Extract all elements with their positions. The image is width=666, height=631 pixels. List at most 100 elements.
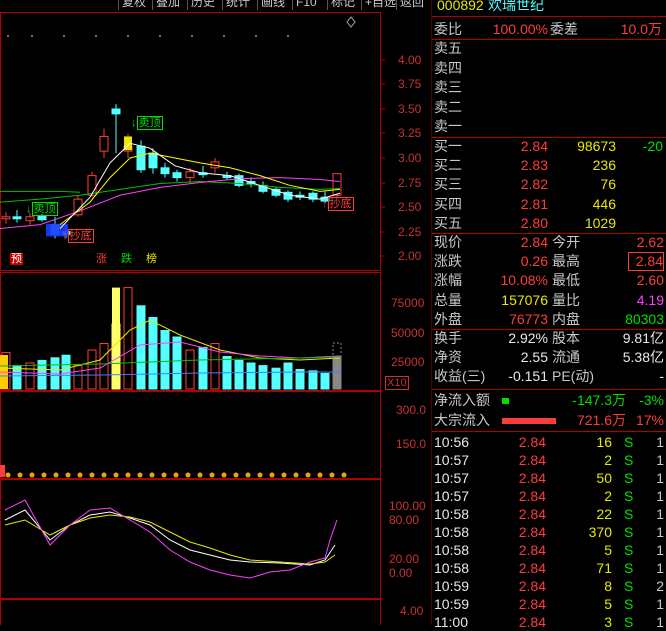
tick-volume: 22 [596, 506, 612, 522]
volume-bar[interactable] [308, 370, 318, 390]
volume-bar[interactable] [320, 372, 330, 390]
volume-bar[interactable] [271, 367, 281, 390]
mark-yu: 预 [10, 253, 23, 265]
marker-dot [191, 35, 193, 37]
fundamental-label: PE(动) [552, 368, 594, 385]
tick-count: 1 [656, 488, 664, 504]
volume-bar[interactable] [160, 330, 170, 390]
tick-price: 2.84 [518, 452, 546, 468]
tick-price: 2.84 [518, 470, 546, 486]
panel-frame [0, 391, 381, 479]
indicator-tick-label: 300.0 [396, 403, 427, 417]
volume-bar[interactable] [258, 365, 268, 390]
bid-price: 2.80 [520, 214, 548, 231]
candle-up[interactable] [1, 216, 11, 220]
candle-down[interactable] [172, 172, 182, 179]
price-tick-label: 3.25 [398, 126, 422, 140]
tick-price: 2.84 [518, 614, 546, 630]
candle-up[interactable] [185, 171, 195, 179]
tick-count: 1 [656, 506, 664, 522]
volume-bar[interactable] [61, 354, 71, 390]
tick-volume: 50 [596, 470, 612, 486]
candle-down[interactable] [136, 145, 146, 171]
bid-price: 2.83 [520, 157, 548, 174]
buy-bottom-signal: ↑ 抄底 [322, 197, 354, 211]
tick-time: 10:59 [434, 578, 470, 594]
volume-tick-label: 50000 [391, 326, 425, 340]
panel-frame [0, 479, 381, 599]
fundamental-label: 股本 [552, 330, 580, 346]
volume-bar[interactable] [198, 346, 208, 390]
candle-up[interactable] [99, 135, 109, 152]
flow-bar [502, 398, 509, 404]
candle-down[interactable] [111, 108, 121, 115]
bid-price: 2.81 [520, 195, 548, 212]
quote-label: 内盘 [552, 310, 580, 327]
bid-volume: 446 [592, 195, 616, 212]
price-tick-label: 2.25 [398, 225, 422, 239]
candle-up[interactable] [332, 173, 342, 196]
tick-volume: 5 [604, 542, 612, 558]
tick-price: 2.84 [518, 434, 546, 450]
indicator-dot [341, 472, 347, 478]
kdj-tick-label: 0.00 [389, 566, 413, 580]
marker-dot [223, 35, 225, 37]
bid-price: 2.82 [520, 176, 548, 193]
candle-up[interactable] [25, 216, 35, 222]
indicator-dot [125, 472, 131, 478]
tick-volume: 8 [604, 578, 612, 594]
volume-bar[interactable] [136, 305, 146, 390]
volume-bar[interactable] [185, 349, 195, 390]
indicator-dot [149, 472, 155, 478]
bid-level-label: 买五 [434, 214, 462, 231]
indicator-dot [317, 472, 323, 478]
bid-level-label: 买二 [434, 157, 462, 174]
candle-down[interactable] [160, 167, 170, 175]
tick-time: 10:56 [434, 434, 470, 450]
volume-bar[interactable] [283, 362, 293, 390]
weibi-value: 100.00% [492, 21, 548, 37]
indicator-dot [89, 472, 95, 478]
tick-time: 10:58 [434, 524, 470, 540]
tick-count: 1 [656, 560, 664, 576]
indicator-dot [17, 472, 23, 478]
indicator-tick-label: 150.0 [396, 437, 427, 451]
candle-down[interactable] [148, 152, 158, 169]
tick-side: S [624, 470, 634, 486]
price-tick-label: 3.75 [398, 77, 422, 91]
kline-chart-area[interactable] [0, 0, 432, 625]
kdj-tick-label: 100.00 [389, 499, 426, 513]
indicator-dot [77, 472, 83, 478]
volume-bar[interactable] [123, 287, 133, 390]
candle-down[interactable] [37, 215, 47, 221]
volume-bar[interactable] [172, 336, 182, 390]
quote-value: 2.62 [636, 234, 664, 250]
flow-value: 721.6万 [576, 412, 626, 428]
fundamental-value: - [659, 368, 664, 385]
volume-bar[interactable] [234, 359, 244, 390]
mark-zhang: 涨 [96, 253, 107, 265]
tick-volume: 370 [588, 524, 612, 540]
ask-level-label: 卖三 [434, 79, 462, 95]
tick-count: 1 [656, 542, 664, 558]
tick-side: S [624, 614, 634, 630]
tick-price: 2.84 [518, 596, 546, 612]
indicator-dot [293, 472, 299, 478]
marker-dot [63, 35, 65, 37]
volume-bar[interactable] [246, 362, 256, 390]
indicator-dot [29, 472, 35, 478]
bid-volume: 1029 [584, 214, 616, 231]
candle-down[interactable] [12, 216, 22, 220]
diamond-icon[interactable] [346, 16, 356, 28]
volume-bar[interactable] [73, 365, 83, 390]
tick-price: 2.84 [518, 506, 546, 522]
volume-bar-highlight [112, 287, 120, 389]
quote-value: 76773 [509, 310, 548, 327]
tick-price: 2.84 [518, 542, 546, 558]
candle-up[interactable] [87, 175, 97, 196]
volume-bar[interactable] [332, 356, 342, 390]
tick-volume: 3 [604, 614, 612, 630]
volume-bar[interactable] [148, 317, 158, 390]
tick-side: S [624, 596, 634, 612]
fundamental-value: 2.92% [508, 330, 548, 346]
